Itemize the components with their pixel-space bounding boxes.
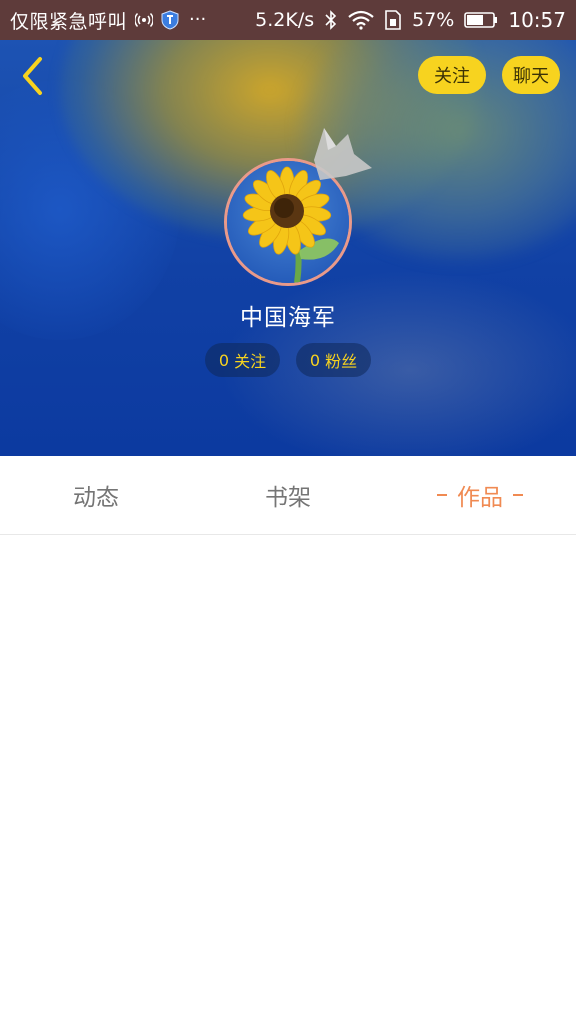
chevron-left-icon xyxy=(23,57,42,95)
avatar-container xyxy=(224,128,372,286)
profile-header: 关注 聊天 中国海军 0 关注 0 粉丝 xyxy=(0,40,576,456)
works-content-area xyxy=(0,535,576,1024)
following-label: 关注 xyxy=(234,352,267,371)
battery-percent: 57% xyxy=(412,9,455,31)
active-indicator-right xyxy=(513,494,523,496)
sim-icon xyxy=(384,10,402,30)
crown-icon xyxy=(314,128,372,180)
battery-icon xyxy=(464,10,498,30)
fans-count: 0 xyxy=(309,350,321,370)
back-button[interactable] xyxy=(12,54,52,98)
following-count-button[interactable]: 0 关注 xyxy=(205,343,280,377)
tab-activity[interactable]: 动态 xyxy=(0,456,192,534)
bluetooth-icon xyxy=(324,10,338,30)
tab-works-label: 作品 xyxy=(457,485,503,511)
follow-button[interactable]: 关注 xyxy=(418,56,486,94)
tab-bookshelf[interactable]: 书架 xyxy=(192,456,384,534)
active-indicator-left xyxy=(437,494,447,496)
following-count: 0 xyxy=(218,350,230,370)
wifi-icon xyxy=(348,10,374,30)
status-bar: 仅限紧急呼叫 ··· 5.2K/s 57% 10:57 xyxy=(0,0,576,40)
tab-works[interactable]: 作品 xyxy=(384,456,576,534)
status-right: 5.2K/s 57% 10:57 xyxy=(255,8,566,32)
username: 中国海军 xyxy=(240,305,336,331)
more-notifications-icon: ··· xyxy=(189,9,207,30)
shield-icon xyxy=(161,10,179,30)
network-speed: 5.2K/s xyxy=(255,9,315,31)
profile-tabs: 动态 书架 作品 xyxy=(0,456,576,535)
fans-label: 粉丝 xyxy=(325,352,358,371)
clock: 10:57 xyxy=(508,8,566,32)
tab-bookshelf-label: 书架 xyxy=(265,485,311,511)
chat-button[interactable]: 聊天 xyxy=(502,56,560,94)
carrier-text: 仅限紧急呼叫 xyxy=(10,10,128,33)
hotspot-icon xyxy=(135,11,154,29)
tab-activity-label: 动态 xyxy=(73,485,119,511)
status-left: 仅限紧急呼叫 ··· xyxy=(10,7,255,34)
fans-count-button[interactable]: 0 粉丝 xyxy=(296,343,371,377)
